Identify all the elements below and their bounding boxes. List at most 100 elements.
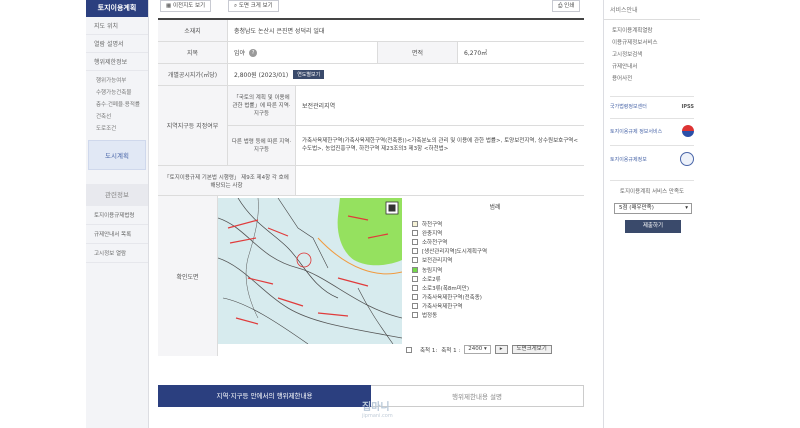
service-link[interactable]: 용어사전 <box>604 72 700 84</box>
right-sidebar-title: 서비스안내 <box>604 0 700 20</box>
zone-group-label: 지역지구등 지정여부 <box>158 86 228 165</box>
map-label: 확인도면 <box>158 196 218 356</box>
legend-item: 법정동 <box>406 311 584 320</box>
sidebar-sub-item[interactable]: 도로조건 <box>86 122 148 134</box>
location-value: 충청남도 논산시 은진면 성덕리 일대 <box>234 28 325 35</box>
submit-button[interactable]: 제출하기 <box>625 220 681 233</box>
legend-swatch <box>412 275 418 282</box>
legend-item: [생산관리지역]도시계획구역 <box>406 247 584 256</box>
legend-label: 보전관리지역 <box>422 258 453 265</box>
legend-label: 법정동 <box>422 313 438 320</box>
legend-swatch <box>412 220 418 227</box>
land-use-map[interactable] <box>218 198 402 344</box>
area-label: 면적 <box>378 42 458 63</box>
land-price-value: 2,800원 (2023/01) <box>234 72 289 79</box>
map-icon: ▦ <box>166 3 172 9</box>
legend-swatch <box>412 229 418 236</box>
legend-label: 소하천구역 <box>422 239 448 246</box>
legend-swatch <box>412 257 418 264</box>
watermark-logo: 집마니 jipmani.com <box>362 402 393 419</box>
map-controls: 축척 1: 축척 1 : 2400 ▾ ▸ 도면크게보기 <box>406 345 552 354</box>
legend-swatch <box>412 248 418 255</box>
legend-label: 소로3류(폭8m미만) <box>422 285 470 292</box>
sidebar-link[interactable]: 고시정보 열람 <box>86 244 148 263</box>
service-link[interactable]: 규제안내서 <box>604 60 700 72</box>
search-icon: ⌕ <box>234 3 238 9</box>
enlarge-map-button[interactable]: ⌕ 도면 크게 보기 <box>228 0 279 12</box>
banner-regulation-info[interactable]: 토지이용규제정보 <box>610 145 694 166</box>
legend-label: 가축사육제한구역(전축종) <box>422 295 482 302</box>
service-link[interactable]: 고시정보검색 <box>604 48 700 60</box>
sidebar-link[interactable]: 규제안내서 목록 <box>86 225 148 244</box>
other-zone-label: 다른 법령 등에 따른 지역·지구등 <box>228 125 296 165</box>
left-sidebar: 토지이용계획 지도 위치 열람 설명서 행위제한정보 행위가능여부 수행가능건축… <box>86 0 149 428</box>
scale-label: 축척 1 : <box>441 347 461 354</box>
scale-apply-button[interactable]: ▸ <box>494 345 508 354</box>
legend-item: 완충지역 <box>406 228 584 237</box>
sidebar-item-guide[interactable]: 열람 설명서 <box>86 35 148 53</box>
legend-label: 완충지역 <box>422 230 443 237</box>
sidebar-item-restriction[interactable]: 행위제한정보 <box>86 53 148 71</box>
banner-law-center[interactable]: 국가법령정보센터 IPSS <box>610 96 694 110</box>
tab-restriction-explain[interactable]: 행위제한내용 설명 <box>371 385 584 407</box>
ipss-logo: IPSS <box>681 103 694 110</box>
sidebar-title: 토지이용계획 <box>86 0 148 17</box>
legend-item: 가축사육제한구역 <box>406 302 584 311</box>
sidebar-link[interactable]: 토지이용규제법령 <box>86 206 148 225</box>
service-link[interactable]: 토지이용계획열람 <box>604 24 700 36</box>
satisfaction-select[interactable]: 5점 (매우만족) ▾ <box>614 203 692 214</box>
legend-swatch <box>412 294 418 301</box>
enforcement-label: 「토지이용규제 기본법 시행령」 제9조 제4항 각 호에 해당되는 사항 <box>158 166 296 195</box>
legend-swatch <box>412 312 418 319</box>
legend-item: 소로3류(폭8m미만) <box>406 283 584 292</box>
scale-checkbox[interactable] <box>406 346 412 353</box>
legend-swatch <box>412 266 418 273</box>
right-sidebar: 서비스안내 토지이용계획열람 이용규제정보서비스 고시정보검색 규제안내서 용어… <box>603 0 700 428</box>
enforcement-value <box>296 166 584 195</box>
tab-restriction-content[interactable]: 지역·지구등 안에서의 행위제한내용 <box>158 385 371 407</box>
legend-item: 보전관리지역 <box>406 256 584 265</box>
land-category-cell: 임야 ? <box>228 42 378 63</box>
service-link[interactable]: 이용규제정보서비스 <box>604 36 700 48</box>
area-value: 6,270㎡ <box>464 50 488 57</box>
globe-icon <box>680 152 694 166</box>
sidebar-active-item[interactable]: 도시계획 <box>88 140 146 170</box>
legend-item: 소로2류 <box>406 274 584 283</box>
sidebar-sub-item[interactable]: 행위가능여부 <box>86 74 148 86</box>
legend-label: 소로2류 <box>422 276 441 283</box>
map-legend: 범례 하천구역완충지역소하천구역 [생산관리지역]도시계획구역보전관리지역농림지역… <box>406 202 584 320</box>
legend-label: 하천구역 <box>422 221 443 228</box>
legend-swatch <box>412 303 418 310</box>
banner-regulation-service[interactable]: 토지이용규제 정보서비스 <box>610 118 694 137</box>
legend-title: 범례 <box>489 204 501 211</box>
legend-label: 농림지역 <box>422 267 443 274</box>
help-icon[interactable]: ? <box>249 48 258 57</box>
legend-swatch <box>412 238 418 245</box>
printer-icon: ⎙ <box>558 3 563 9</box>
scale-select[interactable]: 2400 ▾ <box>464 345 491 354</box>
map-drawing <box>218 198 402 344</box>
sidebar-sub-item[interactable]: 건축선 <box>86 110 148 122</box>
sidebar-sub-item[interactable]: 수행가능건축물 <box>86 86 148 98</box>
checkbox-label: 축척 1: <box>420 347 438 354</box>
legend-item: 소하천구역 <box>406 237 584 246</box>
previous-map-button[interactable]: ▦ 이전지도 보기 <box>160 0 212 12</box>
location-label: 소재지 <box>158 20 228 41</box>
sidebar-sub-item[interactable]: 층수·건폐율·용적률 <box>86 98 148 110</box>
legend-label: [생산관리지역]도시계획구역 <box>422 249 488 256</box>
national-zone-value: 보전관리지역 <box>302 102 336 110</box>
legend-item: 하천구역 <box>406 219 584 228</box>
legend-label: 가축사육제한구역 <box>422 304 463 311</box>
chevron-down-icon: ▾ <box>483 346 487 352</box>
legend-item: 가축사육제한구역(전축종) <box>406 293 584 302</box>
legend-item: 농림지역 <box>406 265 584 274</box>
sidebar-section-title: 관련정보 <box>86 184 148 206</box>
enlarge-map-bottom-button[interactable]: 도면크게보기 <box>511 345 552 354</box>
yearly-view-button[interactable]: 연도별보기 <box>293 70 325 79</box>
legend-swatch <box>412 284 418 291</box>
other-zone-value: 가축사육제한구역(가축사육제한구역(전축종))<가축분뇨의 관리 및 이용에 관… <box>302 138 578 153</box>
print-button[interactable]: ⎙ 인쇄 <box>552 0 581 12</box>
sidebar-item-location[interactable]: 지도 위치 <box>86 17 148 35</box>
land-price-label: 개별공시지가(㎡당) <box>158 64 228 85</box>
land-price-cell: 2,800원 (2023/01) 연도별보기 <box>228 64 584 85</box>
